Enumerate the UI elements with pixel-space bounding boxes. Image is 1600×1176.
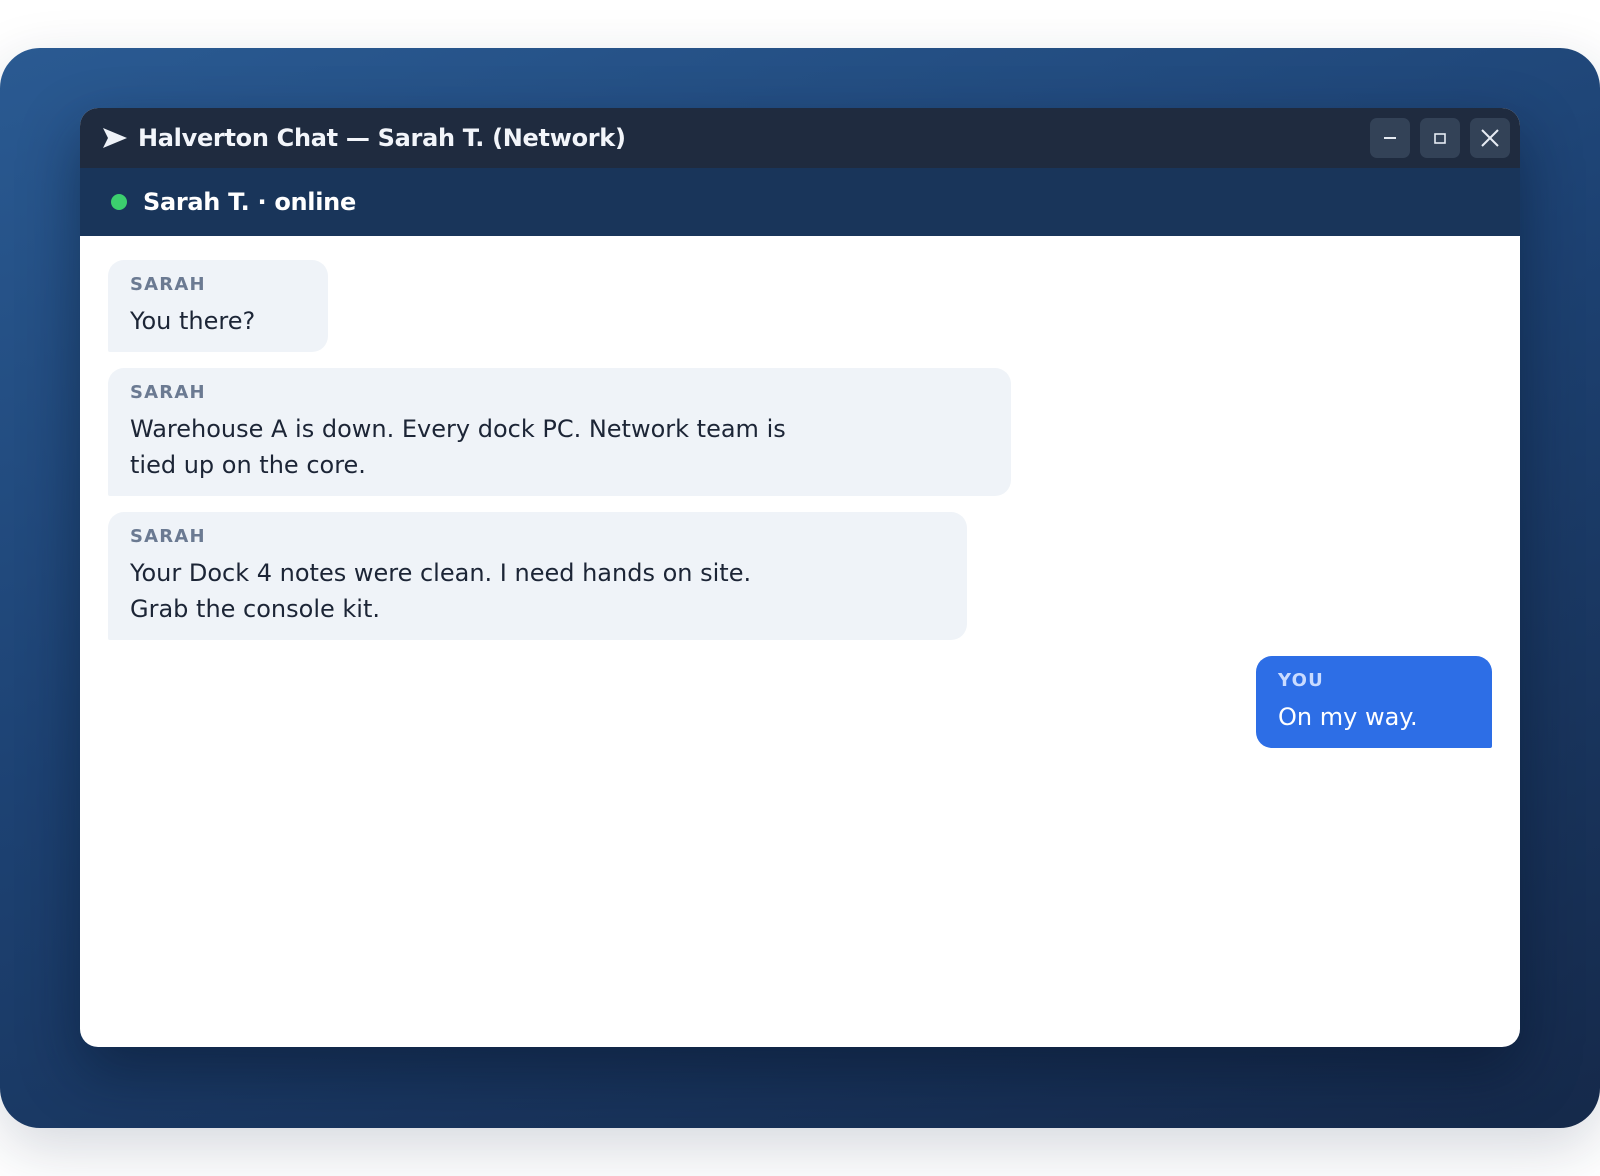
message-text: Your Dock 4 notes were clean. I need han… [130, 559, 752, 623]
contact-name-status: Sarah T. · online [143, 188, 356, 216]
message-sender: SARAH [130, 382, 206, 403]
contact-header: Sarah T. · online [80, 168, 1520, 236]
message-text: Warehouse A is down. Every dock PC. Netw… [130, 415, 786, 479]
send-arrow-icon [103, 128, 127, 148]
message-bubble: SARAH Your Dock 4 notes were clean. I ne… [108, 512, 967, 640]
minimize-icon [1384, 137, 1396, 139]
title-bar[interactable]: Halverton Chat — Sarah T. (Network) [80, 108, 1520, 168]
message-bubble-own: YOU On my way. [1256, 656, 1492, 748]
desktop-background: Halverton Chat — Sarah T. (Network) Sara… [0, 48, 1600, 1128]
window-controls [1370, 118, 1510, 158]
minimize-button[interactable] [1370, 118, 1410, 158]
online-status-indicator [111, 194, 127, 210]
message-bubble: SARAH Warehouse A is down. Every dock PC… [108, 368, 1011, 496]
maximize-button[interactable] [1420, 118, 1460, 158]
message-text: You there? [130, 307, 256, 335]
close-icon [1481, 129, 1499, 147]
message-sender: SARAH [130, 274, 206, 295]
chat-window: Halverton Chat — Sarah T. (Network) Sara… [80, 108, 1520, 1047]
message-list[interactable]: SARAH You there? SARAH Warehouse A is do… [80, 236, 1520, 1047]
message-sender: SARAH [130, 526, 206, 547]
close-button[interactable] [1470, 118, 1510, 158]
message-text: On my way. [1278, 703, 1418, 731]
maximize-icon [1434, 133, 1446, 144]
message-sender: YOU [1278, 670, 1324, 691]
window-title: Halverton Chat — Sarah T. (Network) [138, 124, 626, 152]
message-bubble: SARAH You there? [108, 260, 328, 352]
